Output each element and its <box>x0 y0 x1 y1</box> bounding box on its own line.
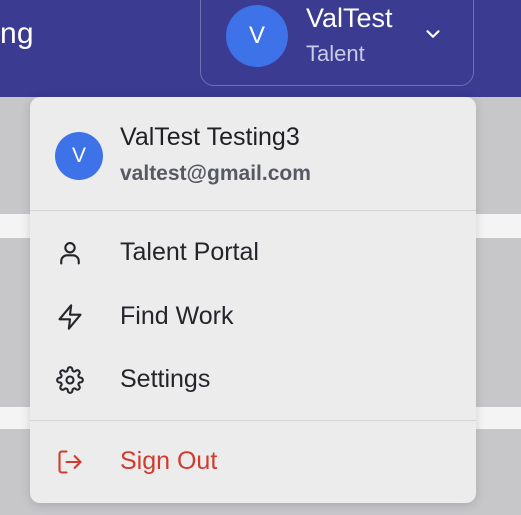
account-role: Talent <box>306 41 365 66</box>
user-icon <box>60 242 80 265</box>
menu-item-sign-out[interactable]: Sign Out <box>30 433 476 491</box>
avatar: V <box>226 5 288 67</box>
divider <box>30 210 476 211</box>
menu-item-label: Talent Portal <box>120 238 259 266</box>
menu-item-find-work[interactable]: Find Work <box>30 288 476 346</box>
menu-item-label: Settings <box>120 365 211 393</box>
menu-item-label: Find Work <box>120 302 234 330</box>
user-email: valtest@gmail.com <box>120 162 311 185</box>
menu-item-talent-portal[interactable]: Talent Portal <box>30 224 476 282</box>
gear-icon <box>56 366 84 394</box>
top-header: ng V ValTest Talent <box>0 0 521 97</box>
account-dropdown-menu: V ValTest Testing3 valtest@gmail.com Tal… <box>30 97 476 503</box>
menu-user-header: V ValTest Testing3 valtest@gmail.com <box>30 97 476 210</box>
user-full-name: ValTest Testing3 <box>120 123 300 151</box>
divider <box>30 420 476 421</box>
account-name: ValTest <box>306 3 393 33</box>
menu-item-label: Sign Out <box>120 447 218 475</box>
avatar: V <box>55 132 103 180</box>
sign-out-icon <box>58 450 82 474</box>
menu-item-settings[interactable]: Settings <box>30 351 476 409</box>
lightning-icon <box>58 304 82 330</box>
header-title-fragment: ng <box>0 17 34 50</box>
chevron-down-icon <box>426 30 440 38</box>
account-menu-button[interactable]: V ValTest Talent <box>200 0 474 86</box>
